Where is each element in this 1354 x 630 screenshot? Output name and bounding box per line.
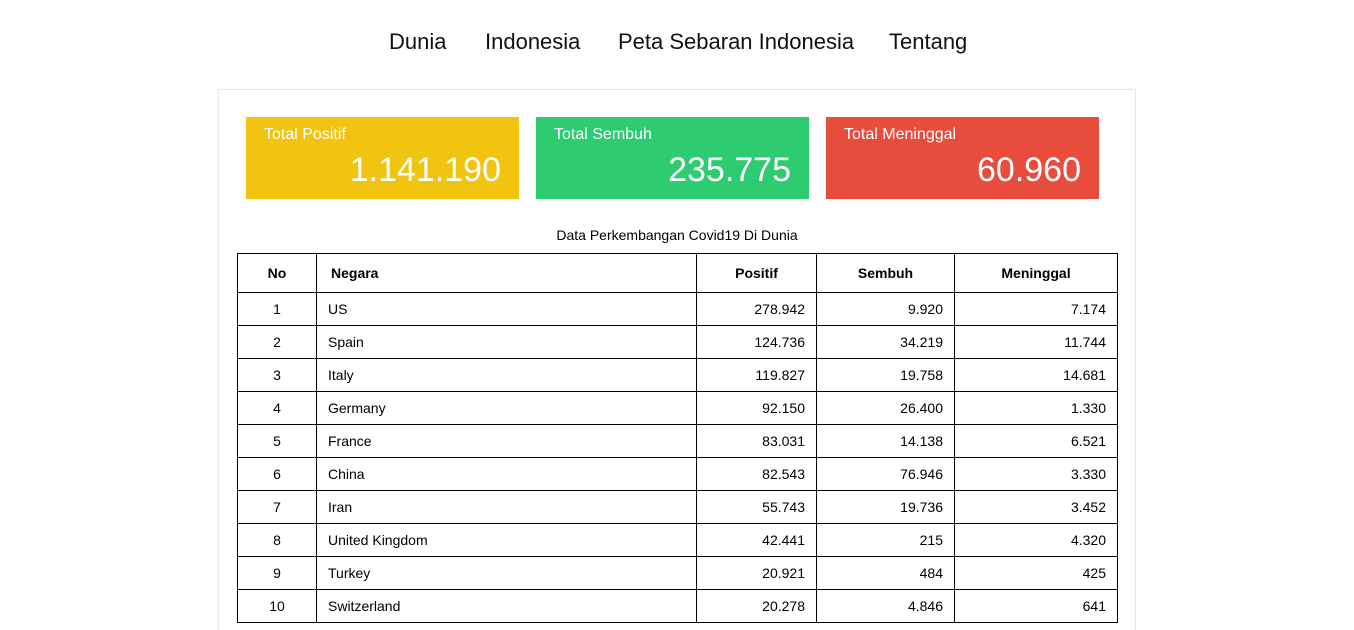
cell-meninggal: 3.452 xyxy=(954,490,1118,524)
cell-positif: 20.278 xyxy=(696,589,817,623)
cell-no: 7 xyxy=(237,490,317,524)
cell-no: 10 xyxy=(237,589,317,623)
cell-sembuh: 9.920 xyxy=(816,292,955,326)
table-row: 1 US 278.942 9.920 7.174 xyxy=(237,292,1118,326)
table-row: 9 Turkey 20.921 484 425 xyxy=(237,556,1118,590)
table-body: 1 US 278.942 9.920 7.174 2 Spain 124.736 34.219 1… xyxy=(237,292,1118,623)
cell-meninggal: 14.681 xyxy=(954,358,1118,392)
content-card: Total Positif 1.141.190 Total Sembuh 235… xyxy=(218,89,1136,630)
cell-positif: 55.743 xyxy=(696,490,817,524)
cell-no: 4 xyxy=(237,391,317,425)
cell-sembuh: 19.758 xyxy=(816,358,955,392)
nav-link-peta-sebaran-indonesia[interactable]: Peta Sebaran Indonesia xyxy=(618,29,854,55)
cell-meninggal: 4.320 xyxy=(954,523,1118,557)
cell-meninggal: 6.521 xyxy=(954,424,1118,458)
cell-negara: Turkey xyxy=(316,556,697,590)
cell-negara: Germany xyxy=(316,391,697,425)
cell-sembuh: 215 xyxy=(816,523,955,557)
stat-card-total-meninggal: Total Meninggal 60.960 xyxy=(826,117,1099,199)
cell-negara: United Kingdom xyxy=(316,523,697,557)
cell-negara: China xyxy=(316,457,697,491)
cell-no: 9 xyxy=(237,556,317,590)
header-negara: Negara xyxy=(316,253,697,293)
table-row: 5 France 83.031 14.138 6.521 xyxy=(237,424,1118,458)
stat-value-positif: 1.141.190 xyxy=(349,151,501,189)
cell-positif: 119.827 xyxy=(696,358,817,392)
table-header-row: No Negara Positif Sembuh Meninggal xyxy=(237,253,1118,293)
table-row: 6 China 82.543 76.946 3.330 xyxy=(237,457,1118,491)
cell-sembuh: 26.400 xyxy=(816,391,955,425)
cell-meninggal: 1.330 xyxy=(954,391,1118,425)
table-row: 7 Iran 55.743 19.736 3.452 xyxy=(237,490,1118,524)
stat-value-meninggal: 60.960 xyxy=(977,151,1081,189)
cell-no: 6 xyxy=(237,457,317,491)
cell-no: 3 xyxy=(237,358,317,392)
cell-negara: Spain xyxy=(316,325,697,359)
header-positif: Positif xyxy=(696,253,817,293)
table-row: 3 Italy 119.827 19.758 14.681 xyxy=(237,358,1118,392)
cell-sembuh: 76.946 xyxy=(816,457,955,491)
header-sembuh: Sembuh xyxy=(816,253,955,293)
cell-negara: Italy xyxy=(316,358,697,392)
table-row: 2 Spain 124.736 34.219 11.744 xyxy=(237,325,1118,359)
table-caption: Data Perkembangan Covid19 Di Dunia xyxy=(556,227,798,243)
table-row: 8 United Kingdom 42.441 215 4.320 xyxy=(237,523,1118,557)
cell-sembuh: 34.219 xyxy=(816,325,955,359)
cell-sembuh: 4.846 xyxy=(816,589,955,623)
cell-meninggal: 3.330 xyxy=(954,457,1118,491)
cell-sembuh: 14.138 xyxy=(816,424,955,458)
cell-no: 1 xyxy=(237,292,317,326)
nav-link-dunia[interactable]: Dunia xyxy=(389,29,446,55)
cell-sembuh: 19.736 xyxy=(816,490,955,524)
stat-card-total-sembuh: Total Sembuh 235.775 xyxy=(536,117,809,199)
stat-label-sembuh: Total Sembuh xyxy=(554,126,652,143)
cell-meninggal: 425 xyxy=(954,556,1118,590)
top-navigation: Dunia Indonesia Peta Sebaran Indonesia T… xyxy=(0,0,1354,86)
cell-negara: Iran xyxy=(316,490,697,524)
nav-link-indonesia[interactable]: Indonesia xyxy=(485,29,580,55)
cell-no: 2 xyxy=(237,325,317,359)
cell-positif: 82.543 xyxy=(696,457,817,491)
cell-positif: 278.942 xyxy=(696,292,817,326)
stat-value-sembuh: 235.775 xyxy=(668,151,791,189)
cell-meninggal: 641 xyxy=(954,589,1118,623)
nav-link-tentang[interactable]: Tentang xyxy=(889,29,967,55)
cell-positif: 124.736 xyxy=(696,325,817,359)
table-row: 4 Germany 92.150 26.400 1.330 xyxy=(237,391,1118,425)
header-meninggal: Meninggal xyxy=(954,253,1118,293)
cell-no: 8 xyxy=(237,523,317,557)
stat-card-total-positif: Total Positif 1.141.190 xyxy=(246,117,519,199)
stat-label-positif: Total Positif xyxy=(264,126,346,143)
covid-world-table: No Negara Positif Sembuh Meninggal 1 US 27… xyxy=(237,253,1118,623)
cell-negara: France xyxy=(316,424,697,458)
cell-meninggal: 7.174 xyxy=(954,292,1118,326)
stat-label-meninggal: Total Meninggal xyxy=(844,126,957,143)
header-no: No xyxy=(237,253,317,293)
cell-no: 5 xyxy=(237,424,317,458)
cell-positif: 42.441 xyxy=(696,523,817,557)
cell-negara: Switzerland xyxy=(316,589,697,623)
cell-sembuh: 484 xyxy=(816,556,955,590)
cell-positif: 20.921 xyxy=(696,556,817,590)
table-row: 10 Switzerland 20.278 4.846 641 xyxy=(237,589,1118,623)
cell-negara: US xyxy=(316,292,697,326)
cell-meninggal: 11.744 xyxy=(954,325,1118,359)
cell-positif: 83.031 xyxy=(696,424,817,458)
cell-positif: 92.150 xyxy=(696,391,817,425)
